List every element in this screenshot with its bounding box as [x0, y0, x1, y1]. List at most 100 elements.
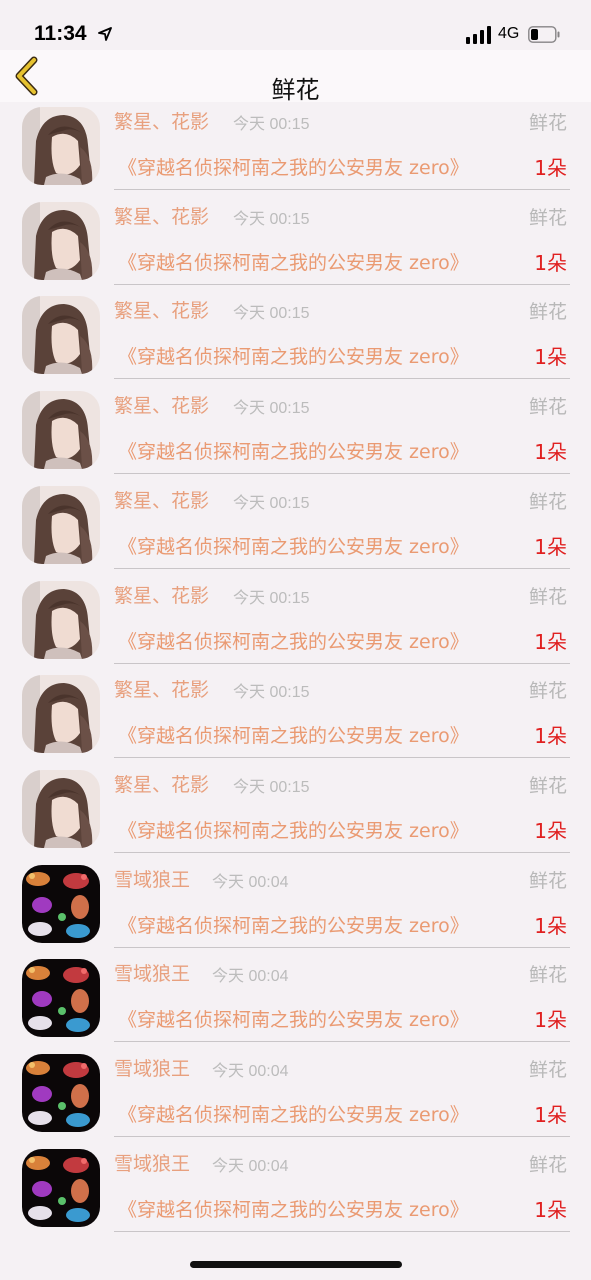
avatar[interactable] [22, 485, 100, 564]
gift-count: 1朵 [534, 250, 567, 275]
list-item[interactable]: 繁星、花影 今天 00:15 鲜花 《穿越名侦探柯南之我的公安男友 zero》 1朵 [0, 100, 591, 195]
sender-name[interactable]: 繁星、花影 [114, 486, 209, 513]
book-title-link[interactable]: 《穿越名侦探柯南之我的公安男友 zero》 [118, 721, 469, 748]
avatar[interactable] [22, 107, 100, 185]
book-title-link[interactable]: 《穿越名侦探柯南之我的公安男友 zero》 [118, 1005, 469, 1032]
row-divider [114, 1230, 570, 1232]
list-item[interactable]: 繁星、花影 今天 00:15 鲜花《穿越名侦探柯南之我的公安男友 zero》 1朵 [0, 763, 591, 858]
gift-count: 1朵 [534, 156, 567, 180]
sender-name[interactable]: 雪域狼王 [114, 1054, 190, 1081]
status-time: 11:34 [34, 22, 87, 45]
gift-timestamp: 今天 00:15 [233, 305, 310, 323]
sender-name[interactable]: 繁星、花影 [114, 675, 209, 702]
avatar[interactable] [22, 296, 100, 375]
avatar[interactable] [22, 580, 100, 659]
book-title-link[interactable]: 《穿越名侦探柯南之我的公安男友 zero》 [118, 532, 469, 559]
sender-name[interactable]: 雪域狼王 [114, 1149, 190, 1176]
gift-type-label: 鲜花 [528, 1153, 567, 1176]
book-title-link[interactable]: 《穿越名侦探柯南之我的公安男友 zero》 [118, 627, 469, 654]
sender-name[interactable]: 繁星、花影 [114, 107, 209, 134]
gift-count: 1朵 [534, 534, 567, 559]
book-title-link[interactable]: 《穿越名侦探柯南之我的公安男友 zero》 [118, 1195, 469, 1222]
avatar[interactable] [22, 391, 100, 470]
gift-timestamp: 今天 00:04 [212, 1157, 289, 1175]
list-item[interactable]: 繁星、花影 今天 00:15 鲜花《穿越名侦探柯南之我的公安男友 zero》 1朵 [0, 195, 591, 290]
row-divider [114, 1041, 570, 1043]
gift-type-label: 鲜花 [528, 396, 567, 419]
list-item[interactable]: 繁星、花影 今天 00:15 鲜花《穿越名侦探柯南之我的公安男友 zero》 1朵 [0, 289, 591, 384]
list-item[interactable]: 雪域狼王 今天 00:04 鲜花 《穿越名侦探柯南之我的公安男友 zero》 1朵 [0, 858, 591, 953]
avatar-girl-image [22, 107, 100, 185]
gift-type-label: 鲜花 [528, 206, 567, 229]
gift-type-label: 鲜花 [528, 1059, 567, 1081]
sender-name[interactable]: 雪域狼王 [114, 959, 190, 986]
signal-icon [466, 26, 491, 44]
avatar-wolves-image [22, 1148, 100, 1227]
gift-type-label: 鲜花 [528, 869, 567, 892]
row-divider [114, 662, 570, 664]
gift-timestamp: 今天 00:15 [233, 400, 310, 418]
book-title-link[interactable]: 《穿越名侦探柯南之我的公安男友 zero》 [118, 911, 469, 938]
gift-type-label: 鲜花 [528, 490, 567, 513]
avatar[interactable] [22, 864, 100, 943]
list-item[interactable]: 雪域狼王 今天 00:04 鲜花《穿越名侦探柯南之我的公安男友 zero》 1朵 [0, 1142, 591, 1237]
list-item[interactable]: 繁星、花影 今天 00:15 鲜花《穿越名侦探柯南之我的公安男友 zero》 1朵 [0, 668, 591, 763]
avatar-girl-image [22, 675, 100, 754]
avatar[interactable] [22, 769, 100, 848]
avatar-wolves-image [22, 1054, 100, 1132]
sender-name[interactable]: 繁星、花影 [114, 391, 209, 418]
avatar[interactable] [22, 1148, 100, 1227]
row-divider [114, 567, 570, 569]
sender-name[interactable]: 繁星、花影 [114, 202, 209, 229]
gift-count: 1朵 [534, 345, 567, 370]
book-title-link[interactable]: 《穿越名侦探柯南之我的公安男友 zero》 [118, 1100, 469, 1127]
gift-count: 1朵 [534, 818, 567, 843]
gift-count: 1朵 [534, 913, 567, 938]
row-divider [114, 189, 570, 190]
avatar-girl-image [22, 296, 100, 375]
gift-timestamp: 今天 00:04 [212, 968, 289, 986]
book-title-link[interactable]: 《穿越名侦探柯南之我的公安男友 zero》 [118, 342, 469, 369]
avatar[interactable] [22, 201, 100, 280]
gift-count: 1朵 [534, 1103, 567, 1127]
book-title-link[interactable]: 《穿越名侦探柯南之我的公安男友 zero》 [118, 248, 469, 275]
gift-timestamp: 今天 00:15 [233, 116, 310, 133]
avatar-girl-image [22, 391, 100, 470]
home-indicator[interactable] [190, 1261, 402, 1268]
avatar[interactable] [22, 1054, 100, 1132]
gift-type-label: 鲜花 [528, 301, 567, 324]
sender-name[interactable]: 繁星、花影 [114, 581, 209, 608]
gift-timestamp: 今天 00:15 [233, 778, 310, 796]
list-item[interactable]: 繁星、花影 今天 00:15 鲜花 《穿越名侦探柯南之我的公安男友 zero》 1朵 [0, 574, 591, 669]
avatar-girl-image [22, 201, 100, 280]
page-title: 鲜花 [271, 76, 320, 104]
avatar[interactable] [22, 959, 100, 1038]
avatar-girl-image [22, 580, 100, 659]
gift-list[interactable]: 《穿越名侦探柯南之我的公安男友 zero》1朵繁星、花影今天 00:15鲜花《穿… [0, 0, 591, 1280]
sender-name[interactable]: 繁星、花影 [114, 296, 209, 323]
list-item[interactable]: 雪域狼王 今天 00:04 鲜花 《穿越名侦探柯南之我的公安男友 zero》 1朵 [0, 952, 591, 1047]
row-divider [114, 378, 570, 380]
gift-count: 1朵 [534, 724, 567, 749]
battery-icon [528, 26, 560, 43]
gift-timestamp: 今天 00:15 [233, 210, 310, 228]
gift-count: 1朵 [534, 1008, 567, 1033]
gift-timestamp: 今天 00:15 [233, 494, 310, 512]
sender-name[interactable]: 繁星、花影 [114, 770, 209, 797]
book-title-link[interactable]: 《穿越名侦探柯南之我的公安男友 zero》 [118, 437, 469, 464]
book-title-link[interactable]: 《穿越名侦探柯南之我的公安男友 zero》 [118, 153, 469, 180]
row-divider [114, 473, 570, 475]
list-item[interactable]: 繁星、花影 今天 00:15 鲜花《穿越名侦探柯南之我的公安男友 zero》 1朵 [0, 479, 591, 574]
avatar[interactable] [22, 675, 100, 754]
list-item[interactable]: 雪域狼王 今天 00:04 鲜花《穿越名侦探柯南之我的公安男友 zero》 1朵 [0, 1047, 591, 1142]
gift-timestamp: 今天 00:15 [233, 684, 310, 702]
row-divider [114, 283, 570, 285]
sender-name[interactable]: 雪域狼王 [114, 865, 190, 892]
gift-type-label: 鲜花 [528, 774, 567, 797]
gift-count: 1朵 [534, 1197, 567, 1222]
book-title-link[interactable]: 《穿越名侦探柯南之我的公安男友 zero》 [118, 816, 469, 843]
gift-timestamp: 今天 00:04 [212, 1063, 289, 1080]
row-divider [114, 946, 570, 948]
gift-type-label: 鲜花 [528, 680, 567, 703]
list-item[interactable]: 繁星、花影 今天 00:15 鲜花 《穿越名侦探柯南之我的公安男友 zero》 1朵 [0, 384, 591, 479]
